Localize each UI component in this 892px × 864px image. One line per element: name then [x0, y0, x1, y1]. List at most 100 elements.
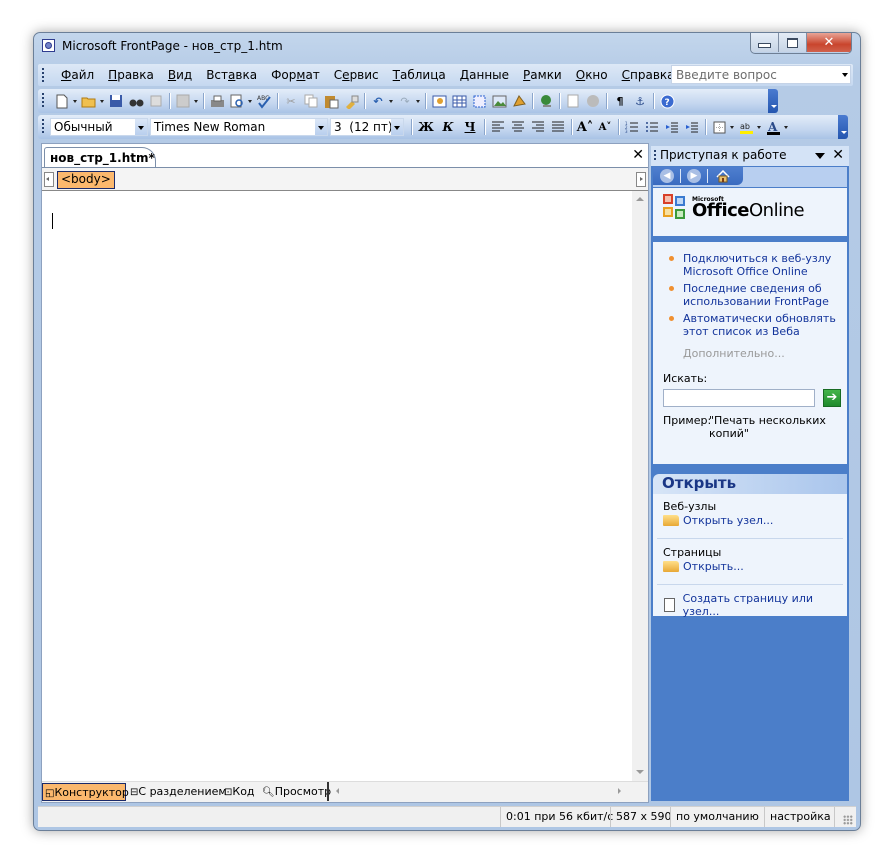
chevron-down-icon[interactable] [135, 119, 147, 135]
undo-icon[interactable]: ↶ [370, 93, 386, 109]
close-document-icon[interactable]: ✕ [632, 147, 644, 163]
increase-font-icon[interactable]: A˄ [577, 119, 594, 135]
hscroll-splitter[interactable] [327, 782, 329, 801]
tag-scroll-right-button[interactable] [636, 172, 646, 187]
redo-dropdown[interactable] [415, 93, 420, 109]
status-download-time[interactable]: 0:01 при 56 кбит/с [500, 807, 613, 827]
open-page-link[interactable]: Открыть... [663, 560, 744, 573]
insert-picture-icon[interactable] [491, 93, 507, 109]
hyperlink-icon[interactable] [538, 93, 554, 109]
align-right-icon[interactable] [530, 119, 546, 135]
scroll-up-icon[interactable] [636, 197, 644, 201]
view-tab-preview[interactable]: 🔍︎Просмотр [260, 783, 331, 801]
close-button[interactable]: ✕ [807, 33, 851, 52]
refresh-icon[interactable] [565, 93, 581, 109]
decrease-font-icon[interactable]: A˅ [597, 119, 613, 135]
stop-icon[interactable] [585, 93, 601, 109]
borders-dropdown[interactable] [729, 119, 734, 135]
align-left-icon[interactable] [490, 119, 506, 135]
bulleted-list-icon[interactable] [644, 119, 660, 135]
menu-item-1[interactable]: Правка [101, 68, 161, 82]
back-icon[interactable]: ◀ [660, 169, 674, 183]
view-tab-design[interactable]: ◱Конструктор [42, 783, 129, 801]
maximize-button[interactable] [779, 33, 807, 52]
home-icon[interactable] [715, 169, 731, 183]
print-icon[interactable] [209, 93, 225, 109]
menubar-grip-handle[interactable] [42, 68, 44, 82]
decrease-indent-icon[interactable] [664, 119, 680, 135]
menu-item-5[interactable]: Сервис [327, 68, 386, 82]
menu-item-9[interactable]: Окно [569, 68, 615, 82]
font-color-dropdown[interactable] [783, 119, 788, 135]
menu-item-0[interactable]: Файл [54, 68, 101, 82]
redo-icon[interactable]: ↷ [397, 93, 413, 109]
toolbar-options-button[interactable] [768, 89, 778, 113]
print-preview-icon[interactable] [229, 93, 245, 109]
menu-item-7[interactable]: Данные [453, 68, 516, 82]
style-select[interactable]: Обычный [50, 118, 148, 136]
font-size-select[interactable]: 3 (12 пт) [330, 118, 404, 136]
search-icon[interactable] [128, 93, 144, 109]
underline-button[interactable]: Ч [461, 119, 479, 135]
tag-scroll-left-button[interactable] [44, 172, 54, 187]
scroll-down-icon[interactable] [636, 770, 644, 774]
toggle-pane-icon[interactable] [175, 93, 191, 109]
borders-icon[interactable] [711, 119, 727, 135]
office-online-link[interactable]: Подключиться к веб-узлу Microsoft Office… [667, 252, 841, 278]
status-custom[interactable]: настройка [764, 807, 831, 827]
scroll-left-icon[interactable] [336, 788, 339, 794]
preview-dropdown[interactable] [247, 93, 252, 109]
menu-item-4[interactable]: Формат [264, 68, 327, 82]
resize-grip-icon[interactable] [843, 815, 853, 825]
menu-item-3[interactable]: Вставка [199, 68, 264, 82]
status-dimensions[interactable]: 587 x 590 [610, 807, 672, 827]
vertical-scrollbar[interactable] [632, 191, 648, 782]
font-color-icon[interactable]: A [765, 119, 781, 135]
ask-question-box[interactable]: Введите вопрос [671, 65, 851, 84]
body-tag-button[interactable]: <body> [57, 171, 115, 189]
more-link[interactable]: Дополнительно... [683, 347, 785, 360]
forward-icon[interactable]: ▶ [687, 169, 701, 183]
drawing-icon[interactable] [511, 93, 527, 109]
tab-document[interactable]: нов_стр_1.htm* [44, 147, 156, 167]
open-dropdown[interactable] [99, 93, 104, 109]
minimize-button[interactable] [751, 33, 779, 52]
ask-dropdown-icon[interactable] [842, 73, 848, 77]
new-page-icon[interactable] [54, 93, 70, 109]
format-painter-icon[interactable] [343, 93, 359, 109]
toolbar-grip-handle[interactable] [42, 119, 44, 133]
menu-item-2[interactable]: Вид [161, 68, 199, 82]
increase-indent-icon[interactable] [684, 119, 700, 135]
toolbar-grip-handle[interactable] [42, 93, 44, 107]
design-canvas[interactable] [42, 191, 632, 781]
new-dropdown[interactable] [72, 93, 77, 109]
open-icon[interactable] [81, 93, 97, 109]
highlight-dropdown[interactable] [756, 119, 761, 135]
task-pane-menu-icon[interactable] [815, 153, 825, 159]
publish-icon[interactable] [148, 93, 164, 109]
spelling-icon[interactable]: ABC [256, 93, 272, 109]
web-component-icon[interactable] [431, 93, 447, 109]
bookmark-icon[interactable]: ⚓ [632, 93, 648, 109]
scroll-right-icon[interactable] [618, 788, 621, 794]
save-icon[interactable] [108, 93, 124, 109]
office-online-link[interactable]: Последние сведения об использовании Fron… [667, 282, 841, 308]
help-icon[interactable]: ? [659, 93, 675, 109]
search-input[interactable] [663, 389, 815, 407]
chevron-down-icon[interactable] [315, 119, 327, 135]
bold-button[interactable]: Ж [417, 119, 435, 135]
show-all-icon[interactable]: ¶ [612, 93, 628, 109]
toolbar-options-button[interactable] [838, 115, 848, 139]
chevron-down-icon[interactable] [391, 119, 403, 135]
justify-icon[interactable] [550, 119, 566, 135]
menu-item-6[interactable]: Таблица [386, 68, 453, 82]
create-page-link[interactable]: Создать страницу или узел... [661, 592, 847, 618]
frontpage-app-icon[interactable] [42, 39, 55, 52]
font-select[interactable]: Times New Roman [150, 118, 328, 136]
open-site-link[interactable]: Открыть узел... [663, 514, 773, 527]
status-mode[interactable]: по умолчанию [670, 807, 759, 827]
search-go-button[interactable]: ➔ [823, 389, 841, 407]
paste-icon[interactable] [323, 93, 339, 109]
task-pane-grip-handle[interactable] [654, 150, 656, 162]
highlight-icon[interactable]: ab [738, 119, 754, 135]
